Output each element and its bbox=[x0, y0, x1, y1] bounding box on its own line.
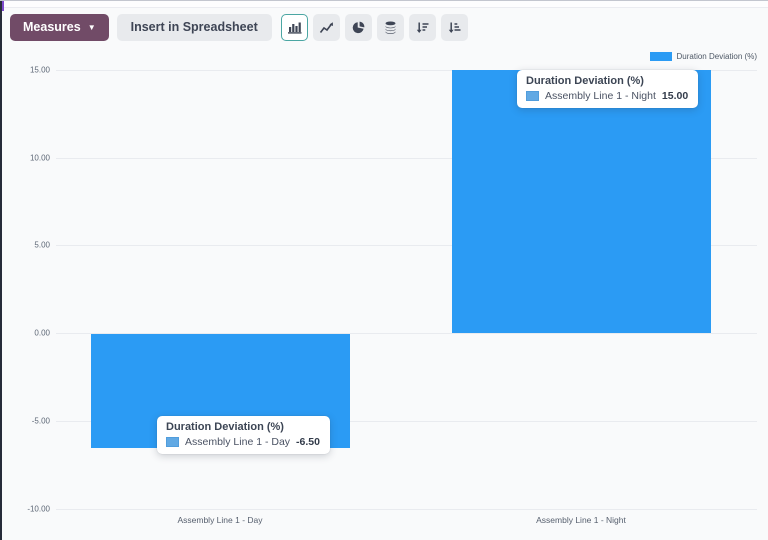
tooltip-day: Duration Deviation (%) Assembly Line 1 -… bbox=[157, 416, 330, 454]
tooltip-title: Duration Deviation (%) bbox=[166, 421, 320, 433]
y-axis-tick-label: 10.00 bbox=[2, 153, 50, 162]
tooltip-swatch bbox=[166, 437, 179, 447]
y-axis-tick-label: 5.00 bbox=[2, 241, 50, 250]
sort-descending-button[interactable] bbox=[409, 14, 436, 41]
bar-assembly-line-1-night[interactable] bbox=[452, 70, 711, 333]
pie-chart-button[interactable] bbox=[345, 14, 372, 41]
window-left-edge bbox=[0, 1, 2, 540]
chart-type-button-group bbox=[281, 14, 468, 41]
insert-in-spreadsheet-button[interactable]: Insert in Spreadsheet bbox=[117, 14, 272, 41]
gridline bbox=[56, 509, 757, 510]
insert-in-spreadsheet-label: Insert in Spreadsheet bbox=[131, 20, 258, 34]
tooltip-title: Duration Deviation (%) bbox=[526, 75, 688, 87]
sort-descending-icon bbox=[415, 20, 430, 35]
tooltip-value: -6.50 bbox=[296, 436, 320, 448]
tooltip-value: 15.00 bbox=[662, 90, 688, 102]
chart-legend[interactable]: Duration Deviation (%) bbox=[650, 52, 757, 61]
pie-chart-icon bbox=[351, 20, 366, 35]
y-axis-tick-label: 15.00 bbox=[2, 65, 50, 74]
tooltip-row: Assembly Line 1 - Day -6.50 bbox=[166, 436, 320, 448]
x-axis-label: Assembly Line 1 - Day bbox=[177, 515, 262, 525]
stacked-layers-icon bbox=[383, 20, 398, 35]
bar-chart-icon bbox=[287, 20, 302, 35]
measures-button[interactable]: Measures ▼ bbox=[10, 14, 109, 41]
legend-swatch bbox=[650, 52, 672, 61]
y-axis-tick-label: 0.00 bbox=[2, 329, 50, 338]
y-axis-tick-label: -5.00 bbox=[2, 416, 50, 425]
tooltip-row: Assembly Line 1 - Night 15.00 bbox=[526, 90, 688, 102]
tooltip-swatch bbox=[526, 91, 539, 101]
y-axis-tick-label: -10.00 bbox=[2, 504, 50, 513]
legend-label: Duration Deviation (%) bbox=[677, 52, 757, 61]
bar-chart-button[interactable] bbox=[281, 14, 308, 41]
sort-ascending-button[interactable] bbox=[441, 14, 468, 41]
window-top-strip bbox=[0, 1, 768, 8]
graph-toolbar: Measures ▼ Insert in Spreadsheet bbox=[0, 8, 768, 46]
stacked-button[interactable] bbox=[377, 14, 404, 41]
tooltip-night: Duration Deviation (%) Assembly Line 1 -… bbox=[517, 70, 698, 108]
measures-button-label: Measures bbox=[23, 20, 81, 34]
window-purple-accent bbox=[2, 1, 4, 11]
sort-ascending-icon bbox=[447, 20, 462, 35]
line-chart-icon bbox=[319, 20, 334, 35]
line-chart-button[interactable] bbox=[313, 14, 340, 41]
chevron-down-icon: ▼ bbox=[88, 24, 96, 32]
tooltip-label: Assembly Line 1 - Night bbox=[545, 90, 656, 102]
tooltip-label: Assembly Line 1 - Day bbox=[185, 436, 290, 448]
x-axis-label: Assembly Line 1 - Night bbox=[536, 515, 626, 525]
